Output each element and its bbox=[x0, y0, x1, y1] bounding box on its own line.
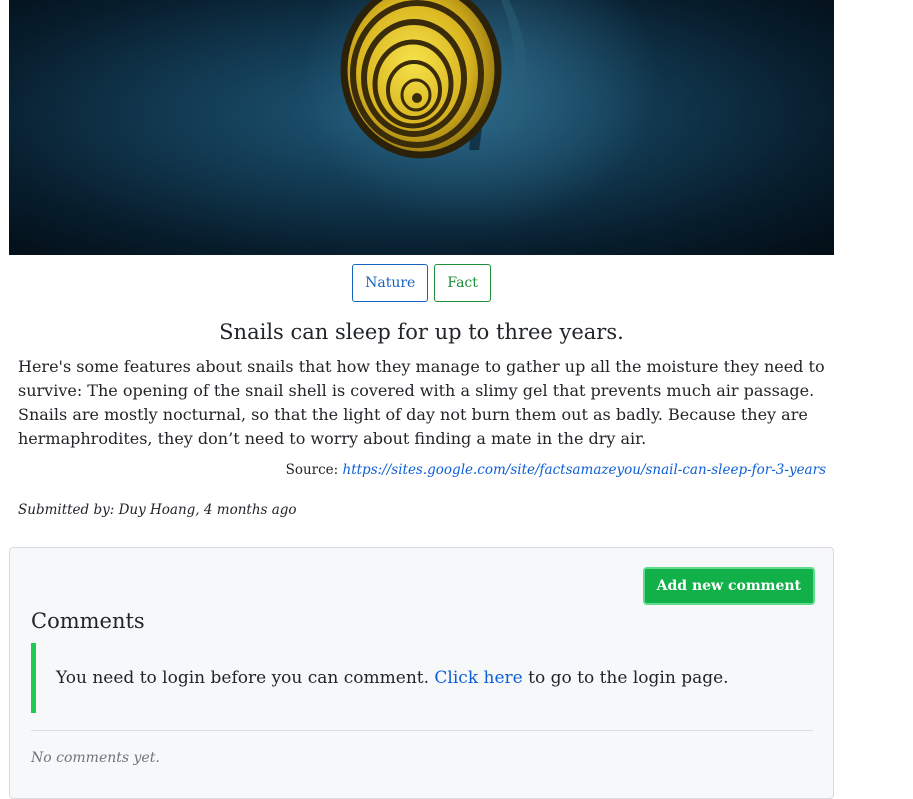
add-comment-button[interactable]: Add new comment bbox=[642, 567, 815, 605]
source-line: Source: https://sites.google.com/site/fa… bbox=[286, 460, 826, 480]
comments-section: Add new comment Comments You need to log… bbox=[9, 547, 834, 799]
tag-fact[interactable]: Fact bbox=[434, 264, 491, 302]
tag-list: Nature Fact bbox=[0, 264, 843, 302]
source-label: Source: bbox=[285, 462, 339, 478]
tag-nature[interactable]: Nature bbox=[352, 264, 429, 302]
post-image bbox=[9, 0, 834, 255]
snail-shell bbox=[340, 0, 502, 159]
post-body: Here's some features about snails that h… bbox=[18, 357, 825, 448]
source-link[interactable]: https://sites.google.com/site/factsamaze… bbox=[343, 462, 826, 478]
no-comments-text: No comments yet. bbox=[31, 750, 160, 766]
comments-heading: Comments bbox=[31, 609, 145, 633]
login-link[interactable]: Click here bbox=[434, 668, 522, 688]
snail-photo bbox=[299, 0, 659, 230]
submitted-by: Submitted by: Duy Hoang, 4 months ago bbox=[18, 502, 297, 518]
comments-divider bbox=[31, 730, 813, 731]
login-notice: You need to login before you can comment… bbox=[31, 643, 801, 713]
login-notice-suffix: to go to the login page. bbox=[528, 668, 729, 688]
post-title: Snails can sleep for up to three years. bbox=[219, 320, 624, 344]
login-notice-text: You need to login before you can comment… bbox=[56, 668, 430, 688]
